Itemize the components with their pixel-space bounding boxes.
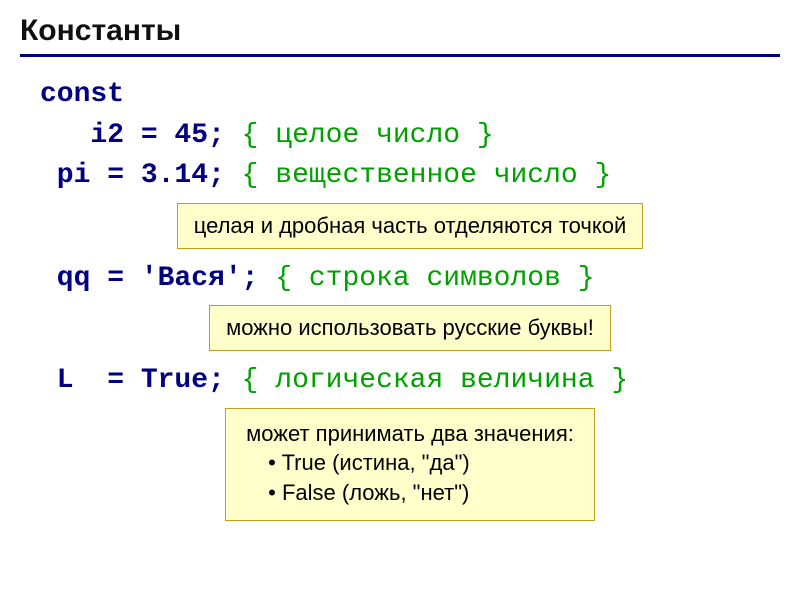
comment-real: { вещественное число } <box>242 160 612 191</box>
note-boolean-false: False (ложь, "нет") <box>246 478 574 508</box>
decl-i2: i2 = 45; <box>40 120 225 151</box>
note-boolean-values: может принимать два значения: True (исти… <box>40 408 780 521</box>
note-boolean-true: True (истина, "да") <box>246 448 574 478</box>
comment-integer: { целое число } <box>242 120 494 151</box>
note-decimal-point: целая и дробная часть отделяются точкой <box>40 203 780 249</box>
note-russian-letters-text: можно использовать русские буквы! <box>209 305 611 351</box>
note-russian-letters: можно использовать русские буквы! <box>40 305 780 351</box>
code-line-i2: i2 = 45; { целое число } <box>40 116 780 157</box>
note-boolean-head: может принимать два значения: <box>246 419 574 449</box>
title-block: Константы <box>20 14 780 57</box>
decl-qq: qq = 'Вася'; <box>40 263 258 294</box>
page-title: Константы <box>20 14 181 47</box>
decl-pi: pi = 3.14; <box>40 160 225 191</box>
decl-l: L = True; <box>40 365 225 396</box>
note-boolean-box: может принимать два значения: True (исти… <box>225 408 595 521</box>
code-line-qq: qq = 'Вася'; { строка символов } <box>40 259 780 300</box>
comment-boolean: { логическая величина } <box>242 365 628 396</box>
comment-string: { строка символов } <box>275 263 594 294</box>
code-line-const: const <box>40 75 780 116</box>
code-line-l: L = True; { логическая величина } <box>40 361 780 402</box>
code-line-pi: pi = 3.14; { вещественное число } <box>40 156 780 197</box>
note-decimal-point-text: целая и дробная часть отделяются точкой <box>177 203 644 249</box>
code-block: const i2 = 45; { целое число } pi = 3.14… <box>20 75 780 521</box>
slide: Константы const i2 = 45; { целое число }… <box>0 0 800 600</box>
keyword-const: const <box>40 79 124 110</box>
